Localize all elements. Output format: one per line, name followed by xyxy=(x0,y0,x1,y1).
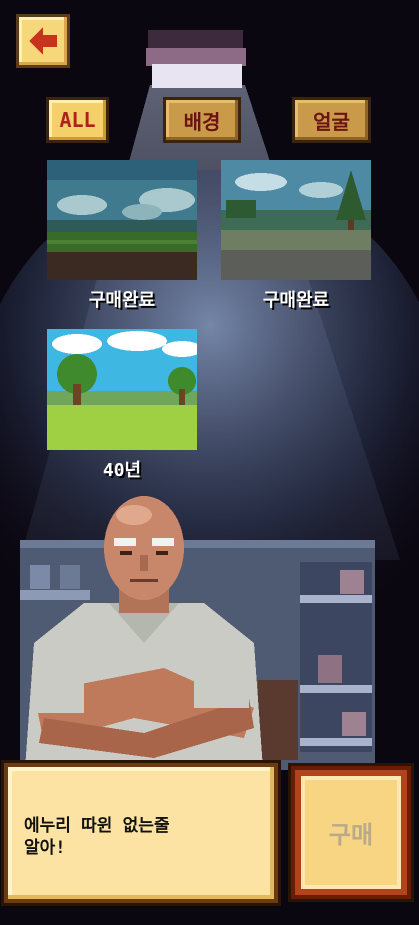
shopkeeper-character xyxy=(24,496,264,783)
background-thumbnail xyxy=(47,160,197,280)
arrow-left-icon xyxy=(29,27,57,55)
background-thumbnail xyxy=(221,160,371,280)
shop-item-card[interactable]: 구매완료 xyxy=(221,160,371,312)
item-price-label: 40년 xyxy=(102,460,142,481)
game-scene: ALL 배경 얼굴 구매완료 구매완료 40년 에누리 따윈 없는줄 알아! 구… xyxy=(0,0,419,925)
shop-item-card[interactable]: 구매완료 xyxy=(47,160,197,312)
back-button[interactable] xyxy=(16,14,70,68)
tab-face[interactable]: 얼굴 xyxy=(292,97,371,143)
item-status-label: 구매완료 xyxy=(262,290,330,311)
tab-all[interactable]: ALL xyxy=(46,97,109,143)
buy-button[interactable]: 구매 xyxy=(291,766,411,899)
item-status-label: 구매완료 xyxy=(88,290,156,311)
background-thumbnail xyxy=(47,329,197,450)
dialog-box: 에누리 따윈 없는줄 알아! xyxy=(4,763,278,903)
shop-item-card[interactable]: 40년 xyxy=(47,328,197,482)
dialog-text: 에누리 따윈 없는줄 알아! xyxy=(24,816,170,858)
tab-background[interactable]: 배경 xyxy=(163,97,241,143)
